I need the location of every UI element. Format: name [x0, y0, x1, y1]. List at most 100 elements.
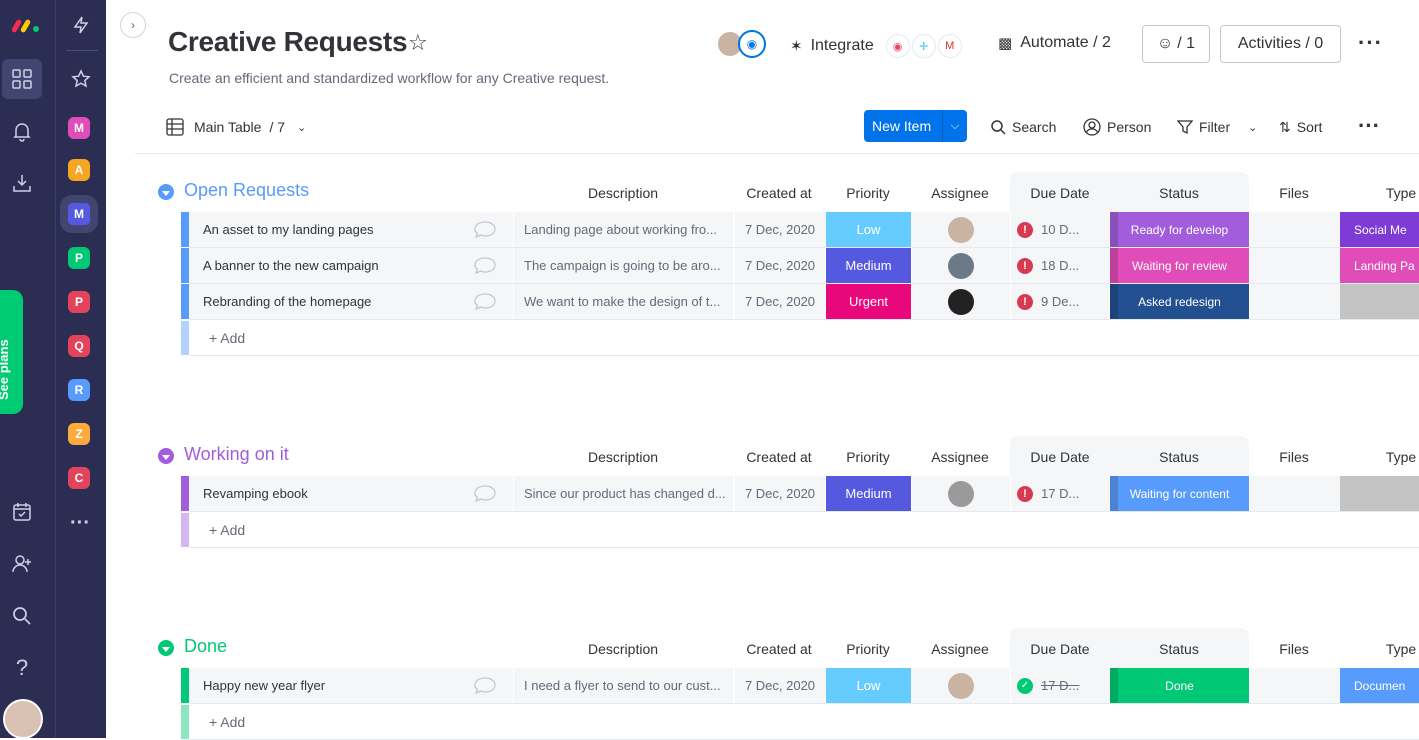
type-label[interactable]: Landing Pa — [1340, 248, 1419, 283]
group-collapse-icon[interactable] — [158, 184, 174, 200]
integrate-button[interactable]: ✶ Integrate ◉ ✛ M — [790, 34, 962, 58]
item-name[interactable]: A banner to the new campaign — [189, 248, 513, 283]
column-header-status[interactable]: Status — [1119, 641, 1239, 657]
avatar[interactable] — [948, 216, 974, 243]
activities-button[interactable]: Activities / 0 — [1220, 25, 1341, 63]
group-title[interactable]: Working on it — [184, 444, 289, 465]
type-label[interactable] — [1340, 476, 1419, 511]
priority-label[interactable]: Medium — [826, 476, 911, 511]
help-icon[interactable]: ? — [2, 648, 42, 688]
favorites-star-icon[interactable] — [61, 59, 101, 99]
column-header-due[interactable]: Due Date — [1000, 449, 1120, 465]
workspace-badge[interactable]: R — [68, 379, 90, 401]
board-description[interactable]: Create an efficient and standardized wor… — [169, 70, 609, 86]
column-header-status[interactable]: Status — [1119, 449, 1239, 465]
board-members-avatars[interactable]: ◉ — [716, 30, 768, 58]
avatar[interactable] — [948, 288, 974, 315]
group-collapse-icon[interactable] — [158, 640, 174, 656]
conversation-icon[interactable] — [473, 676, 497, 695]
favorite-star-icon[interactable]: ☆ — [408, 30, 428, 56]
files-cell[interactable] — [1250, 284, 1340, 319]
add-item-label[interactable]: + Add — [209, 714, 245, 730]
type-label[interactable] — [1340, 284, 1419, 319]
view-selector[interactable]: Main Table / 7 ⌄ — [166, 115, 306, 139]
due-date-cell[interactable]: ! 9 De... — [1011, 284, 1109, 319]
type-label[interactable]: Documen — [1340, 668, 1419, 703]
table-row[interactable]: Happy new year flyer I need a flyer to se… — [181, 668, 1419, 704]
assignee-cell[interactable] — [912, 476, 1010, 511]
priority-label[interactable]: Low — [826, 668, 911, 703]
files-cell[interactable] — [1250, 476, 1340, 511]
due-date-cell[interactable]: ✓ 17 D... — [1011, 668, 1109, 703]
column-header-files[interactable]: Files — [1234, 641, 1354, 657]
priority-label[interactable]: Urgent — [826, 284, 911, 319]
type-label[interactable]: Social Me — [1340, 212, 1419, 247]
column-header-type[interactable]: Type — [1341, 641, 1419, 657]
item-name[interactable]: Revamping ebook — [189, 476, 513, 511]
description-cell[interactable]: Landing page about working fro... — [513, 212, 733, 247]
assignee-cell[interactable] — [912, 248, 1010, 283]
inbox-icon[interactable] — [2, 163, 42, 203]
column-header-status[interactable]: Status — [1119, 185, 1239, 201]
user-avatar[interactable] — [3, 699, 43, 739]
monday-logo[interactable] — [7, 5, 47, 45]
invite-members-icon[interactable] — [2, 544, 42, 584]
add-item-label[interactable]: + Add — [209, 330, 245, 346]
assignee-cell[interactable] — [912, 668, 1010, 703]
avatar[interactable] — [948, 252, 974, 279]
column-header-files[interactable]: Files — [1234, 449, 1354, 465]
workspace-icon[interactable] — [2, 59, 42, 99]
column-header-due[interactable]: Due Date — [1000, 185, 1120, 201]
status-label[interactable]: Asked redesign — [1110, 284, 1249, 319]
assignee-cell[interactable] — [912, 212, 1010, 247]
conversation-icon[interactable] — [473, 292, 497, 311]
search-button[interactable]: Search — [990, 115, 1056, 139]
workspace-badge[interactable]: P — [68, 247, 90, 269]
column-header-description[interactable]: Description — [563, 449, 683, 465]
due-date-cell[interactable]: ! 18 D... — [1011, 248, 1109, 283]
workspace-badge[interactable]: P — [68, 291, 90, 313]
column-header-type[interactable]: Type — [1341, 449, 1419, 465]
table-row[interactable]: Rebranding of the homepage We want to mak… — [181, 284, 1419, 320]
workspace-badge[interactable]: C — [68, 467, 90, 489]
column-header-description[interactable]: Description — [563, 185, 683, 201]
new-item-button[interactable]: New Item ⌵ — [864, 110, 967, 142]
chevron-down-icon[interactable]: ⌄ — [1248, 121, 1257, 134]
workspace-badge[interactable]: Q — [68, 335, 90, 357]
toolbar-more-icon[interactable]: ··· — [1358, 113, 1380, 139]
add-item-row[interactable]: + Add — [181, 705, 1419, 740]
column-header-description[interactable]: Description — [563, 641, 683, 657]
search-icon[interactable] — [2, 596, 42, 636]
item-name[interactable]: An asset to my landing pages — [189, 212, 513, 247]
more-options-icon[interactable]: ··· — [1358, 30, 1383, 56]
conversation-icon[interactable] — [473, 220, 497, 239]
column-header-files[interactable]: Files — [1234, 185, 1354, 201]
conversation-icon[interactable] — [473, 256, 497, 275]
avatar[interactable] — [948, 672, 974, 699]
workspace-badge[interactable]: M — [68, 117, 90, 139]
automate-button[interactable]: ▩ Automate / 2 — [998, 34, 1111, 52]
sort-button[interactable]: ⇅ Sort — [1279, 115, 1322, 139]
files-cell[interactable] — [1250, 248, 1340, 283]
add-item-row[interactable]: + Add — [181, 513, 1419, 548]
column-header-type[interactable]: Type — [1341, 185, 1419, 201]
item-name[interactable]: Rebranding of the homepage — [189, 284, 513, 319]
status-label[interactable]: Done — [1110, 668, 1249, 703]
notifications-icon[interactable] — [2, 111, 42, 151]
members-button[interactable]: ☺ / 1 — [1142, 25, 1210, 63]
add-item-row[interactable]: + Add — [181, 321, 1419, 356]
person-filter-button[interactable]: Person — [1083, 115, 1151, 139]
table-row[interactable]: Revamping ebook Since our product has cha… — [181, 476, 1419, 512]
workspace-badge[interactable]: Z — [68, 423, 90, 445]
quick-actions-icon[interactable] — [61, 5, 101, 45]
priority-label[interactable]: Low — [826, 212, 911, 247]
item-name[interactable]: Happy new year flyer — [189, 668, 513, 703]
description-cell[interactable]: The campaign is going to be aro... — [513, 248, 733, 283]
group-collapse-icon[interactable] — [158, 448, 174, 464]
assignee-cell[interactable] — [912, 284, 1010, 319]
chevron-down-icon[interactable]: ⌵ — [943, 120, 967, 133]
group-title[interactable]: Open Requests — [184, 180, 309, 201]
files-cell[interactable] — [1250, 668, 1340, 703]
description-cell[interactable]: We want to make the design of t... — [513, 284, 733, 319]
board-title[interactable]: Creative Requests — [168, 26, 408, 58]
